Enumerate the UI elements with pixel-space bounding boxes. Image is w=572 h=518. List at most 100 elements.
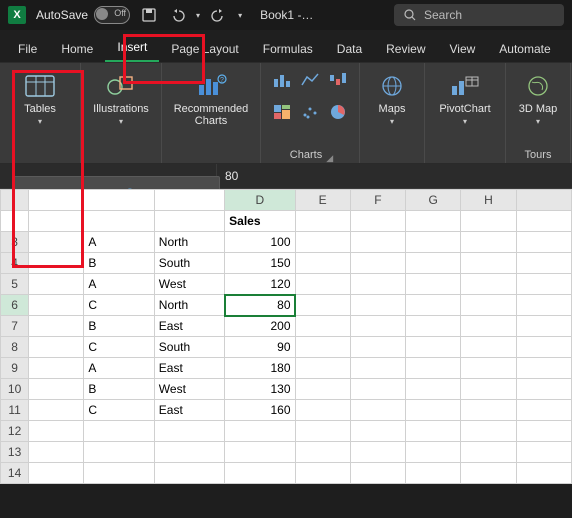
chart-type-gallery — [269, 67, 351, 129]
line-chart-icon[interactable] — [297, 67, 323, 93]
row-header[interactable]: 13 — [1, 442, 29, 463]
cell[interactable]: North — [154, 295, 224, 316]
cell[interactable]: 150 — [225, 253, 295, 274]
tab-data[interactable]: Data — [325, 36, 374, 62]
cell[interactable]: Sales — [225, 211, 295, 232]
cell[interactable]: B — [84, 253, 154, 274]
cell[interactable]: C — [84, 337, 154, 358]
autosave-toggle[interactable]: AutoSave Off — [36, 6, 130, 24]
cell[interactable]: East — [154, 400, 224, 421]
cell[interactable]: West — [154, 379, 224, 400]
row-header[interactable]: 14 — [1, 463, 29, 484]
charts-dialog-launcher-icon[interactable]: ◢ — [326, 153, 330, 157]
cell[interactable]: 100 — [225, 232, 295, 253]
illustrations-button[interactable]: Illustrations▾ — [89, 67, 153, 134]
search-icon — [404, 9, 416, 21]
pivotchart-button[interactable]: PivotChart▾ — [433, 67, 497, 134]
cell[interactable]: East — [154, 358, 224, 379]
tables-icon — [24, 73, 56, 99]
formula-value[interactable]: 80 — [217, 169, 246, 183]
recommended-charts-icon: ? — [195, 73, 227, 99]
cell[interactable]: B — [84, 316, 154, 337]
row-header[interactable]: 8 — [1, 337, 29, 358]
pivotchart-icon — [449, 73, 481, 99]
row-header[interactable]: 12 — [1, 421, 29, 442]
cell[interactable] — [29, 337, 84, 358]
tab-file[interactable]: File — [6, 36, 49, 62]
col-header-g[interactable]: G — [406, 190, 461, 211]
cell[interactable]: 180 — [225, 358, 295, 379]
redo-icon[interactable] — [210, 6, 228, 24]
cell[interactable]: 160 — [225, 400, 295, 421]
cell[interactable]: C — [84, 400, 154, 421]
cell[interactable]: A — [84, 358, 154, 379]
undo-icon[interactable] — [168, 6, 186, 24]
pie-chart-icon[interactable] — [325, 99, 351, 125]
search-placeholder: Search — [424, 8, 462, 22]
row-header[interactable]: 6 — [1, 295, 29, 316]
cell[interactable]: 120 — [225, 274, 295, 295]
row-header[interactable]: 10 — [1, 379, 29, 400]
svg-text:?: ? — [220, 77, 224, 84]
cell[interactable] — [29, 316, 84, 337]
cell[interactable]: South — [154, 253, 224, 274]
waterfall-chart-icon[interactable] — [325, 67, 351, 93]
select-all-corner[interactable] — [1, 190, 29, 211]
qat-more-icon[interactable]: ▾ — [238, 11, 242, 20]
cell[interactable] — [29, 400, 84, 421]
cell[interactable] — [29, 379, 84, 400]
search-box[interactable]: Search — [394, 4, 564, 26]
title-bar: X AutoSave Off ▾ ▾ Book1 -… Search — [0, 0, 572, 30]
row-header[interactable]: 5 — [1, 274, 29, 295]
maps-button[interactable]: Maps▾ — [368, 67, 416, 134]
row-header[interactable]: 7 — [1, 316, 29, 337]
tab-formulas[interactable]: Formulas — [251, 36, 325, 62]
globe-icon — [376, 73, 408, 99]
col-header-i[interactable] — [516, 190, 571, 211]
tab-insert[interactable]: Insert — [105, 34, 159, 62]
worksheet-grid[interactable]: D E F G H Product Region Sales 3ANorth10… — [0, 189, 572, 484]
row-header[interactable]: 11 — [1, 400, 29, 421]
tab-review[interactable]: Review — [374, 36, 437, 62]
cell[interactable]: West — [154, 274, 224, 295]
cell[interactable] — [29, 358, 84, 379]
row-header[interactable]: 9 — [1, 358, 29, 379]
cell[interactable]: A — [84, 274, 154, 295]
cell[interactable]: 80 — [225, 295, 295, 316]
cell[interactable]: North — [154, 232, 224, 253]
column-chart-icon[interactable] — [269, 67, 295, 93]
cell[interactable] — [29, 232, 84, 253]
undo-dropdown-icon[interactable]: ▾ — [196, 11, 200, 20]
tab-view[interactable]: View — [438, 36, 488, 62]
row-header[interactable]: 3 — [1, 232, 29, 253]
cell[interactable] — [29, 274, 84, 295]
tours-group-label: Tours — [525, 149, 552, 161]
cell[interactable] — [29, 253, 84, 274]
toggle-switch[interactable]: Off — [94, 6, 130, 24]
tables-button[interactable]: Tables▾ — [8, 67, 72, 134]
tab-automate[interactable]: Automate — [487, 36, 562, 62]
cell[interactable]: 90 — [225, 337, 295, 358]
row-header[interactable]: 4 — [1, 253, 29, 274]
autosave-label: AutoSave — [36, 8, 88, 22]
tab-page-layout[interactable]: Page Layout — [159, 36, 250, 62]
cell[interactable]: 200 — [225, 316, 295, 337]
col-header-f[interactable]: F — [350, 190, 405, 211]
save-icon[interactable] — [140, 6, 158, 24]
cell[interactable]: C — [84, 295, 154, 316]
cell[interactable]: East — [154, 316, 224, 337]
scatter-chart-icon[interactable] — [297, 99, 323, 125]
cell[interactable] — [29, 295, 84, 316]
col-header-d[interactable]: D — [225, 190, 295, 211]
col-header-h[interactable]: H — [461, 190, 516, 211]
map3d-button[interactable]: 3D Map▾ — [514, 67, 562, 134]
cell[interactable]: 130 — [225, 379, 295, 400]
cell[interactable]: A — [84, 232, 154, 253]
recommended-charts-button[interactable]: ? Recommended Charts — [170, 67, 252, 133]
cell[interactable]: South — [154, 337, 224, 358]
hierarchy-chart-icon[interactable] — [269, 99, 295, 125]
charts-group-label: Charts — [290, 149, 322, 161]
tab-home[interactable]: Home — [49, 36, 105, 62]
col-header-e[interactable]: E — [295, 190, 350, 211]
cell[interactable]: B — [84, 379, 154, 400]
